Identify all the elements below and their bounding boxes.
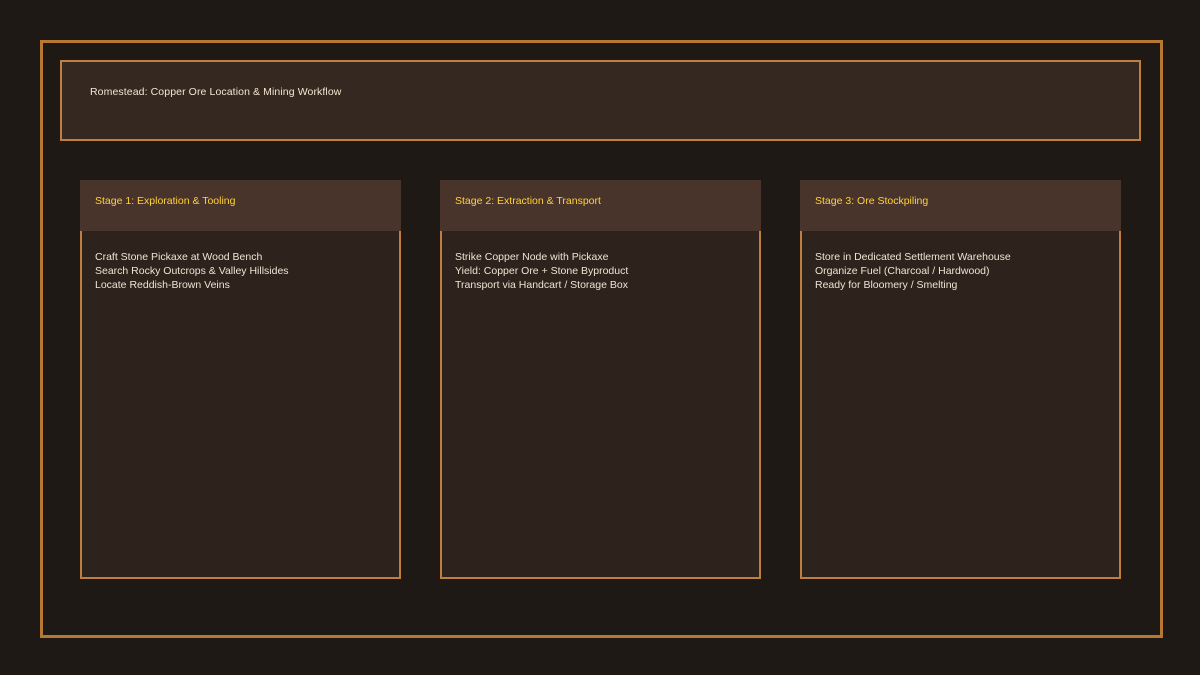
stage-step: Transport via Handcart / Storage Box [455, 279, 628, 291]
stage-box-3: Stage 3: Ore Stockpiling Store in Dedica… [800, 180, 1121, 581]
stage-title: Stage 3: Ore Stockpiling [815, 195, 929, 207]
stage-title: Stage 1: Exploration & Tooling [95, 195, 236, 207]
stage-step: Yield: Copper Ore + Stone Byproduct [455, 265, 629, 277]
diagram-canvas: Romestead: Copper Ore Location & Mining … [0, 0, 1200, 675]
stage-step-list: Craft Stone Pickaxe at Wood Bench Search… [95, 250, 289, 292]
stage-box-1: Stage 1: Exploration & Tooling Craft Sto… [80, 180, 401, 581]
stage-step-list: Store in Dedicated Settlement Warehouse … [815, 250, 1011, 292]
title-panel: Romestead: Copper Ore Location & Mining … [60, 60, 1141, 141]
stage-step: Store in Dedicated Settlement Warehouse [815, 251, 1011, 263]
stage-step: Craft Stone Pickaxe at Wood Bench [95, 251, 263, 263]
diagram-title: Romestead: Copper Ore Location & Mining … [90, 86, 342, 98]
stage-step: Locate Reddish-Brown Veins [95, 279, 230, 291]
stage-header: Stage 2: Extraction & Transport [440, 180, 761, 231]
stage-title: Stage 2: Extraction & Transport [455, 195, 601, 207]
stage-step-list: Strike Copper Node with Pickaxe Yield: C… [455, 250, 628, 292]
stage-header: Stage 3: Ore Stockpiling [800, 180, 1121, 231]
stage-step: Search Rocky Outcrops & Valley Hillsides [95, 265, 289, 277]
stage-step: Ready for Bloomery / Smelting [815, 279, 958, 291]
stage-header: Stage 1: Exploration & Tooling [80, 180, 401, 231]
stage-box-2: Stage 2: Extraction & Transport Strike C… [440, 180, 761, 581]
stage-step: Strike Copper Node with Pickaxe [455, 251, 609, 263]
stage-step: Organize Fuel (Charcoal / Hardwood) [815, 265, 990, 277]
